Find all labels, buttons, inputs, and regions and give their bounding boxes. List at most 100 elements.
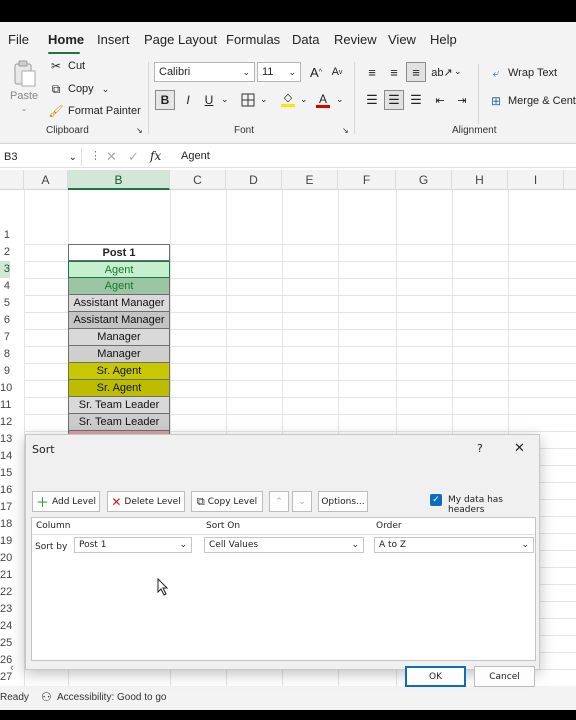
tab-data[interactable]: Data [292, 32, 319, 47]
tab-view[interactable]: View [388, 32, 416, 47]
bold-button[interactable]: B [155, 90, 175, 110]
row-header[interactable]: 13 [0, 431, 12, 448]
wrap-text-button[interactable]: ⤶ Wrap Text [488, 65, 558, 81]
enter-icon[interactable]: ✓ [128, 149, 139, 165]
ok-button[interactable]: OK [405, 666, 466, 687]
data-cell[interactable]: Assistant Manager [68, 295, 170, 312]
copy-button[interactable]: ⧉ Copy ⌄ [48, 81, 110, 97]
row-header[interactable]: 22 [0, 584, 12, 601]
row-header[interactable]: 20 [0, 550, 12, 567]
font-name-select[interactable]: Calibri ⌄ [154, 62, 255, 82]
row-header[interactable]: 8 [0, 346, 10, 363]
header-cell[interactable]: Post 1 [68, 244, 170, 261]
move-up-button[interactable]: ⌃ [269, 491, 289, 512]
format-painter-button[interactable]: 🖌 Format Painter [48, 103, 140, 119]
row-header[interactable]: 25 [0, 635, 12, 652]
insert-function-icon[interactable]: fx [150, 149, 161, 163]
data-cell[interactable]: Sr. Team Leader [68, 414, 170, 431]
tab-file[interactable]: File [8, 32, 29, 47]
merge-center-button[interactable]: ⊞ Merge & Cente [488, 93, 576, 109]
tab-page-layout[interactable]: Page Layout [144, 32, 217, 47]
column-header-I[interactable]: I [508, 170, 564, 190]
align-left-button[interactable]: ☰ [362, 90, 382, 110]
tab-review[interactable]: Review [334, 32, 377, 47]
row-header[interactable]: 16 [0, 482, 12, 499]
cancel-button[interactable]: Cancel [474, 666, 535, 687]
increase-font-size-button[interactable]: A ^ [306, 62, 326, 82]
column-header-E[interactable]: E [282, 170, 338, 190]
decrease-indent-button[interactable]: ⇤ [430, 90, 450, 110]
accessibility-status[interactable]: Accessibility: Good to go [57, 692, 167, 703]
column-header-A[interactable]: A [24, 170, 68, 190]
row-header[interactable]: 14 [0, 448, 12, 465]
row-header[interactable]: 21 [0, 567, 12, 584]
paste-button[interactable]: Paste ⌄ [10, 60, 38, 113]
font-color-button[interactable]: A [313, 90, 333, 110]
row-header[interactable]: 18 [0, 516, 12, 533]
column-header-C[interactable]: C [170, 170, 226, 190]
row-header[interactable]: 4 [0, 278, 10, 295]
data-cell[interactable]: Assistant Manager [68, 312, 170, 329]
align-right-button[interactable]: ☰ [406, 90, 426, 110]
order-select[interactable]: A to Z ⌄ [374, 537, 534, 553]
orientation-button[interactable]: ab↗ [431, 62, 452, 82]
row-header[interactable]: 19 [0, 533, 12, 550]
row-header[interactable]: 10 [0, 380, 12, 397]
dialog-launcher-icon[interactable]: ↘ [136, 126, 143, 135]
tab-formulas[interactable]: Formulas [226, 32, 280, 47]
cut-button[interactable]: ✂ Cut [48, 58, 85, 74]
formula-input[interactable]: Agent [181, 150, 210, 162]
row-header[interactable]: 11 [0, 397, 11, 414]
column-header-G[interactable]: G [396, 170, 452, 190]
row-header[interactable]: 23 [0, 601, 12, 618]
add-level-button[interactable]: ＋ Add Level [32, 491, 100, 512]
row-header[interactable]: 1 [0, 227, 10, 244]
dialog-launcher-icon[interactable]: ↘ [342, 126, 349, 135]
italic-button[interactable]: I [178, 90, 198, 110]
row-header[interactable]: 12 [0, 414, 12, 431]
column-header-H[interactable]: H [452, 170, 508, 190]
fill-color-button[interactable]: ◇ [278, 90, 298, 110]
bottom-align-button[interactable]: ≡ [406, 62, 426, 82]
row-header[interactable]: 15 [0, 465, 12, 482]
close-button[interactable]: ✕ [514, 441, 525, 456]
tab-insert[interactable]: Insert [97, 32, 130, 47]
underline-button[interactable]: U [199, 90, 219, 110]
data-cell[interactable]: Sr. Agent [68, 380, 170, 397]
cancel-icon[interactable]: ✕ [106, 149, 117, 165]
row-header[interactable]: 6 [0, 312, 10, 329]
delete-level-button[interactable]: ✕ Delete Level [107, 491, 185, 512]
headers-checkbox[interactable]: ✓ [430, 494, 442, 506]
help-button[interactable]: ? [477, 442, 483, 455]
tab-home[interactable]: Home [48, 32, 84, 47]
options-button[interactable]: Options... [318, 491, 368, 512]
row-header[interactable]: 9 [0, 363, 10, 380]
sort-on-select[interactable]: Cell Values ⌄ [204, 537, 364, 553]
chevron-down-icon[interactable]: ⌄ [336, 94, 344, 105]
row-header[interactable]: 5 [0, 295, 10, 312]
decrease-font-size-button[interactable]: Av [327, 62, 347, 82]
row-header[interactable]: 3 [0, 261, 10, 278]
middle-align-button[interactable]: ≡ [384, 62, 404, 82]
data-cell[interactable]: Sr. Agent [68, 363, 170, 380]
sort-column-select[interactable]: Post 1 ⌄ [74, 537, 192, 553]
row-header[interactable]: 2 [0, 244, 10, 261]
data-cell[interactable]: Agent [68, 278, 170, 295]
data-cell[interactable]: Sr. Team Leader [68, 397, 170, 414]
row-header[interactable]: 24 [0, 618, 12, 635]
chevron-down-icon[interactable]: ⌄ [300, 94, 308, 105]
tab-help[interactable]: Help [430, 32, 457, 47]
column-header-D[interactable]: D [226, 170, 282, 190]
chevron-down-icon[interactable]: ⌄ [454, 66, 462, 77]
borders-button[interactable] [238, 90, 258, 110]
increase-indent-button[interactable]: ⇥ [452, 90, 472, 110]
align-center-button[interactable]: ☰ [384, 90, 404, 110]
row-header[interactable]: 26 [0, 652, 12, 669]
data-cell[interactable]: Agent [68, 261, 170, 278]
data-cell[interactable]: Manager [68, 329, 170, 346]
row-header[interactable]: 7 [0, 329, 10, 346]
copy-level-button[interactable]: ⧉ Copy Level [191, 491, 263, 512]
name-box[interactable]: B3 ⌄ [0, 148, 82, 166]
column-header-B[interactable]: B [68, 170, 170, 190]
row-header[interactable]: 27 [0, 669, 12, 686]
